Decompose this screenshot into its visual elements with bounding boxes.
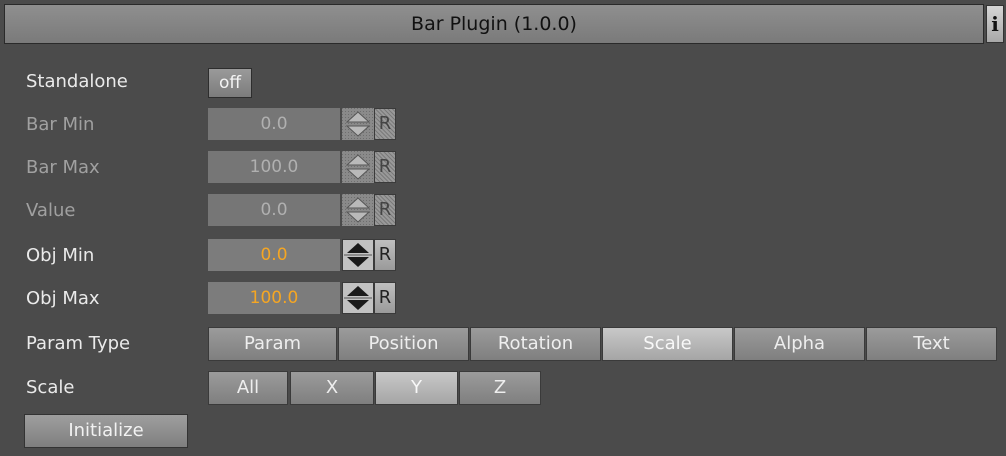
obj-min-spinner[interactable] xyxy=(342,239,374,271)
spin-arrows-icon xyxy=(342,239,374,271)
obj-max-field[interactable]: 100.0 xyxy=(208,282,340,314)
bar-max-label: Bar Max xyxy=(26,157,100,178)
scale-option-y[interactable]: Y xyxy=(375,371,458,405)
bar-max-field[interactable]: 100.0 xyxy=(208,151,340,183)
param-type-option-text[interactable]: Text xyxy=(866,327,997,361)
scale-option-x[interactable]: X xyxy=(290,371,374,405)
value-spinner[interactable] xyxy=(342,194,374,226)
bar-min-field[interactable]: 0.0 xyxy=(208,108,340,140)
spin-arrows-icon xyxy=(342,194,374,226)
spin-arrows-icon xyxy=(342,282,374,314)
scale-option-z[interactable]: Z xyxy=(459,371,541,405)
param-type-option-rotation[interactable]: Rotation xyxy=(470,327,601,361)
value-field[interactable]: 0.0 xyxy=(208,194,340,226)
bar-min-reset-button[interactable]: R xyxy=(374,108,396,140)
standalone-toggle[interactable]: off xyxy=(208,68,252,98)
plugin-title: Bar Plugin (1.0.0) xyxy=(411,13,577,35)
param-type-option-position[interactable]: Position xyxy=(338,327,469,361)
param-type-option-alpha[interactable]: Alpha xyxy=(734,327,865,361)
bar-min-label: Bar Min xyxy=(26,114,95,135)
param-type-label: Param Type xyxy=(26,333,131,354)
bar-max-reset-button[interactable]: R xyxy=(374,151,396,183)
bar-max-spinner[interactable] xyxy=(342,151,374,183)
obj-max-reset-button[interactable]: R xyxy=(374,282,396,314)
obj-max-label: Obj Max xyxy=(26,288,100,309)
param-type-option-param[interactable]: Param xyxy=(208,327,337,361)
bar-min-spinner[interactable] xyxy=(342,108,374,140)
obj-max-spinner[interactable] xyxy=(342,282,374,314)
obj-min-label: Obj Min xyxy=(26,245,95,266)
spin-arrows-icon xyxy=(342,151,374,183)
bar-plugin-panel: Bar Plugin (1.0.0) i Standalone off Bar … xyxy=(0,0,1006,456)
initialize-button[interactable]: Initialize xyxy=(24,414,188,448)
obj-min-field[interactable]: 0.0 xyxy=(208,239,340,271)
obj-min-reset-button[interactable]: R xyxy=(374,239,396,271)
scale-label: Scale xyxy=(26,377,75,398)
info-button[interactable]: i xyxy=(986,5,1004,43)
value-reset-button[interactable]: R xyxy=(374,194,396,226)
plugin-titlebar: Bar Plugin (1.0.0) xyxy=(4,4,984,44)
info-icon: i xyxy=(991,12,999,36)
param-type-option-scale[interactable]: Scale xyxy=(602,327,733,361)
value-label: Value xyxy=(26,200,76,221)
scale-option-all[interactable]: All xyxy=(208,371,288,405)
standalone-label: Standalone xyxy=(26,71,128,92)
spin-arrows-icon xyxy=(342,108,374,140)
